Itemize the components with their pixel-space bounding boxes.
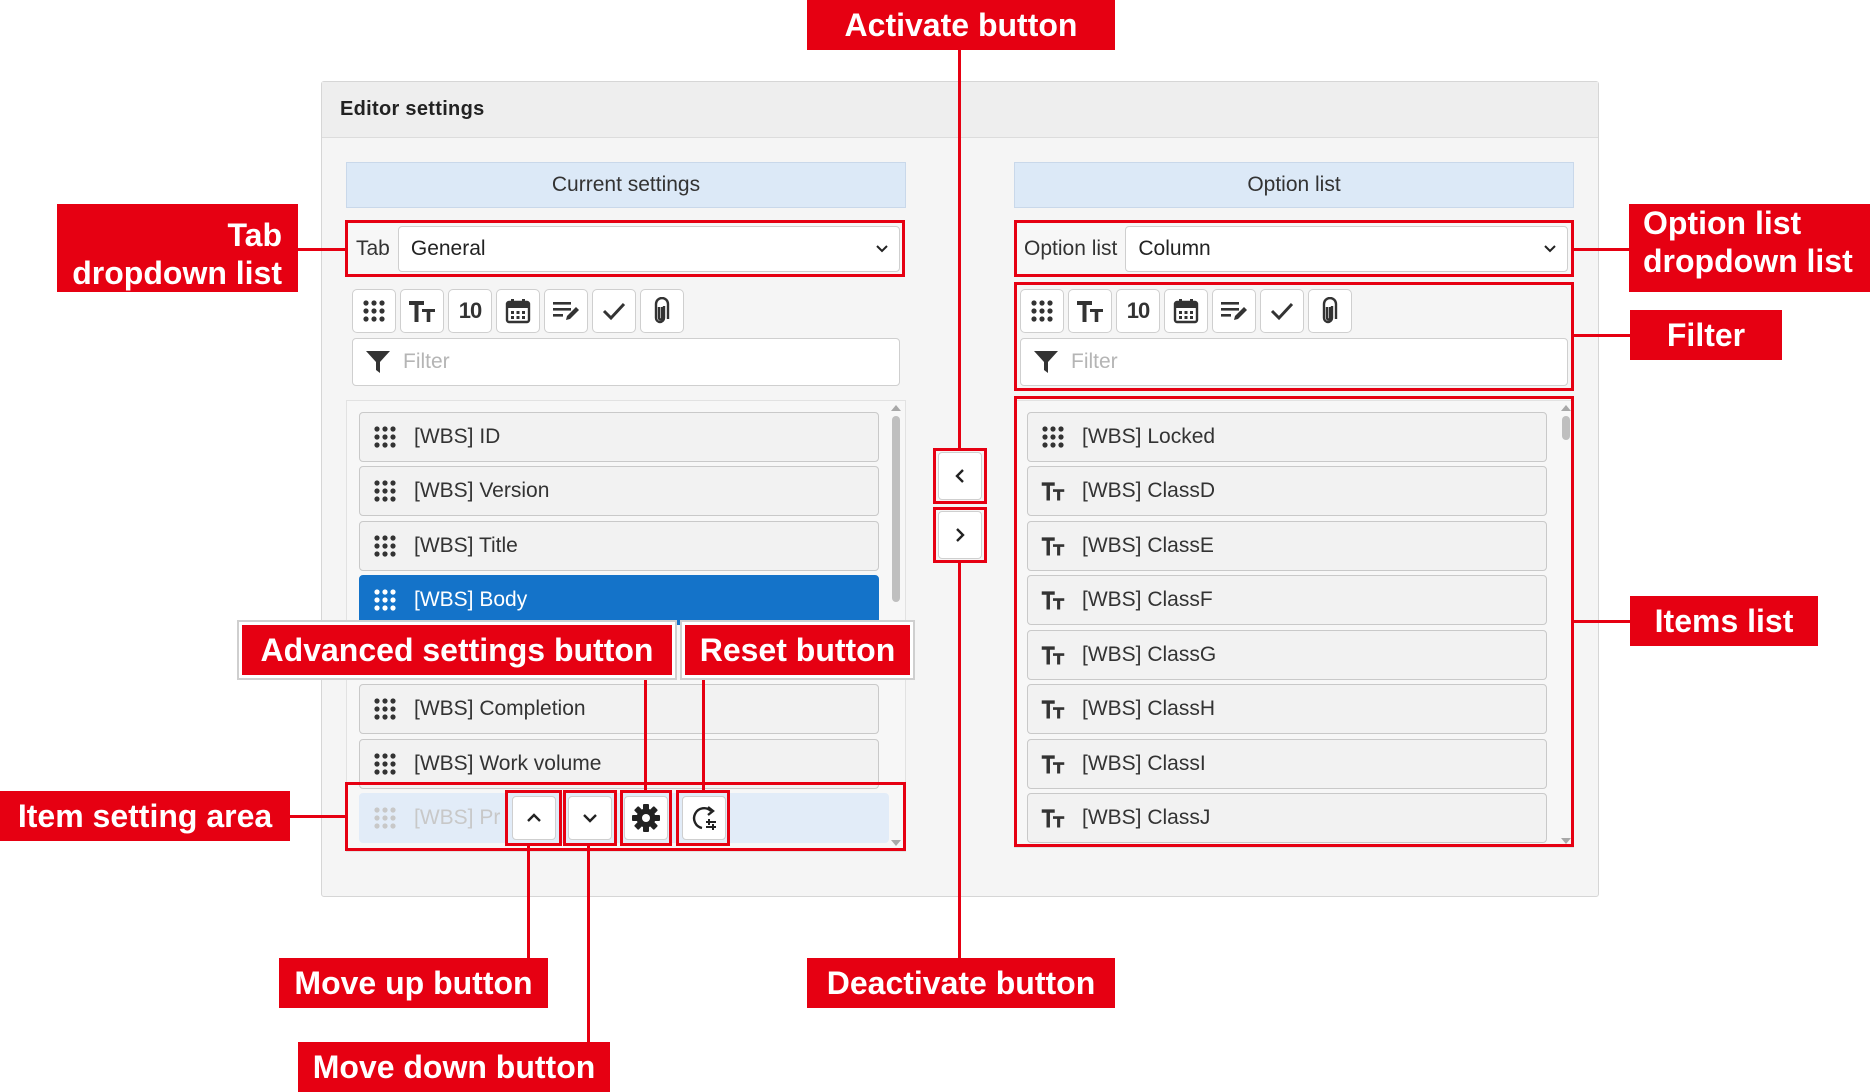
reset-connector	[702, 672, 705, 790]
current-settings-header: Current settings	[346, 162, 906, 208]
drag-dots-icon	[363, 300, 385, 322]
option-dropdown-callout: Option list dropdown list	[1629, 204, 1870, 292]
current-item-label: [WBS] Version	[414, 479, 550, 502]
current-list-item[interactable]: [WBS] Title	[359, 521, 879, 571]
deactivate-callout: Deactivate button	[807, 958, 1115, 1008]
reset-callout: Reset button	[685, 625, 910, 675]
calendar-icon	[505, 299, 531, 324]
tab-dropdown-connector	[297, 248, 345, 251]
current-list-item[interactable]: [WBS] ID	[359, 412, 879, 462]
tab-dropdown-highlight	[345, 220, 905, 277]
filter-type-all-button[interactable]	[352, 289, 396, 333]
number-icon: 10	[458, 298, 483, 323]
option-list-header: Option list	[1014, 162, 1574, 208]
move-up-highlight	[505, 790, 562, 846]
activate-callout: Activate button	[807, 0, 1115, 50]
filter-callout: Filter	[1630, 310, 1782, 360]
drag-dots-icon	[372, 424, 398, 450]
filter-type-description-button[interactable]	[544, 289, 588, 333]
move-up-callout: Move up button	[279, 958, 548, 1008]
drag-dots-icon	[372, 587, 398, 613]
filter-type-date-button[interactable]	[496, 289, 540, 333]
option-dropdown-callout-line1: Option list	[1643, 205, 1802, 241]
items-list-callout: Items list	[1630, 596, 1818, 646]
item-setting-area-callout: Item setting area	[0, 791, 290, 841]
move-up-connector	[527, 846, 530, 960]
deactivate-connector	[958, 563, 961, 958]
option-dropdown-highlight	[1014, 220, 1574, 277]
panel-title: Editor settings	[340, 98, 485, 120]
option-dropdown-callout-line2: dropdown list	[1643, 243, 1853, 279]
current-list-item[interactable]: [WBS] Version	[359, 466, 879, 516]
filter-connector	[1574, 334, 1630, 337]
current-item-label: [WBS] Completion	[414, 697, 586, 720]
current-scrollbar-thumb[interactable]	[892, 416, 900, 602]
tab-dropdown-callout-line1: Tab	[227, 217, 282, 253]
advanced-settings-callout: Advanced settings button	[242, 625, 672, 675]
filter-highlight	[1014, 282, 1574, 391]
filter-type-text-button[interactable]	[400, 289, 444, 333]
option-dropdown-connector	[1574, 248, 1630, 251]
items-list-connector	[1574, 620, 1630, 623]
filter-type-attachment-button[interactable]	[640, 289, 684, 333]
current-list-item[interactable]: [WBS] Completion	[359, 684, 879, 734]
paperclip-icon	[654, 297, 670, 324]
drag-dots-icon	[372, 478, 398, 504]
scroll-up-arrow[interactable]	[891, 405, 901, 411]
advanced-connector	[644, 672, 647, 790]
move-down-connector	[587, 846, 590, 1044]
check-icon	[602, 302, 626, 321]
drag-dots-icon	[372, 751, 398, 777]
activate-connector	[958, 48, 961, 448]
current-list-item-selected[interactable]: [WBS] Body	[359, 575, 879, 625]
current-filter-input[interactable]: Filter	[352, 338, 900, 386]
activate-highlight	[933, 448, 987, 504]
current-item-label: [WBS] Title	[414, 534, 518, 557]
tab-dropdown-callout: Tab dropdown list	[57, 204, 298, 292]
tab-dropdown-callout-line2: dropdown list	[72, 255, 282, 291]
current-item-label: [WBS] Work volume	[414, 752, 602, 775]
drag-dots-icon	[372, 533, 398, 559]
filter-type-number-button[interactable]: 10	[448, 289, 492, 333]
current-item-label: [WBS] Body	[414, 588, 528, 611]
advanced-highlight	[620, 790, 672, 846]
drag-dots-icon	[372, 696, 398, 722]
item-setting-connector	[290, 815, 345, 818]
items-list-highlight	[1014, 396, 1574, 847]
reset-highlight	[676, 790, 730, 846]
filter-type-check-button[interactable]	[592, 289, 636, 333]
deactivate-highlight	[933, 507, 987, 563]
edit-lines-icon	[553, 302, 579, 320]
current-type-toolbar: 10	[352, 287, 684, 335]
move-down-highlight	[563, 790, 617, 846]
current-filter-placeholder: Filter	[403, 350, 450, 373]
text-type-icon	[409, 301, 435, 322]
current-item-label: [WBS] ID	[414, 425, 501, 448]
move-down-callout: Move down button	[298, 1042, 610, 1092]
funnel-icon	[366, 351, 390, 373]
